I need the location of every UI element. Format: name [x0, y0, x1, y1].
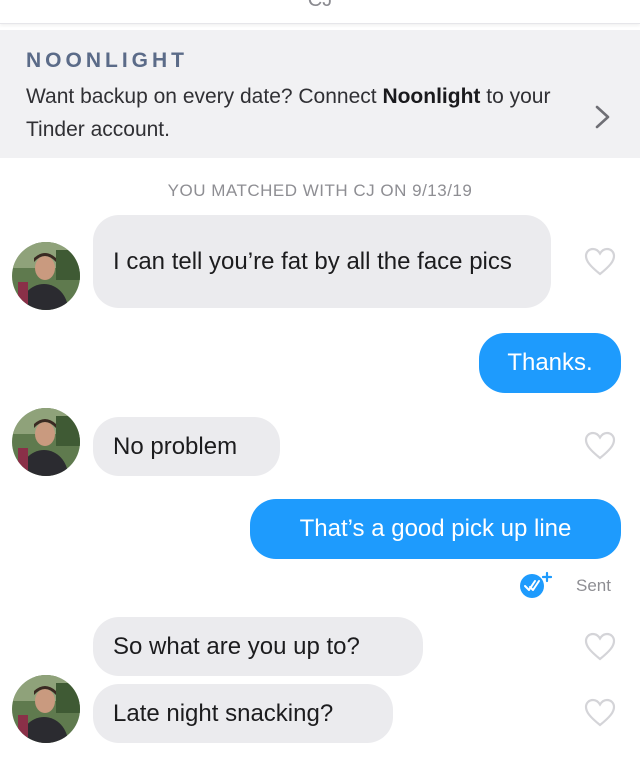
heart-icon[interactable]	[584, 698, 616, 728]
noonlight-banner[interactable]: NOONLIGHT Want backup on every date? Con…	[0, 30, 640, 158]
banner-text: Want backup on every date? Connect Noonl…	[26, 80, 586, 146]
heart-icon[interactable]	[584, 632, 616, 662]
message-bubble-incoming[interactable]: I can tell you’re fat by all the face pi…	[93, 215, 551, 308]
avatar[interactable]	[12, 242, 80, 310]
message-text: Thanks.	[507, 349, 593, 376]
message-text: So what are you up to?	[113, 632, 360, 660]
banner-text-start: Want backup on every date? Connect	[26, 85, 383, 108]
message-text: That’s a good pick up line	[299, 515, 572, 542]
chevron-right-icon[interactable]	[592, 102, 614, 132]
message-bubble-incoming[interactable]: No problem	[93, 417, 280, 476]
sent-status-label: Sent	[576, 576, 611, 595]
message-text: No problem	[113, 432, 238, 460]
double-check-icon	[520, 571, 552, 598]
message-bubble-incoming[interactable]: So what are you up to?	[93, 617, 423, 676]
message-bubble-outgoing[interactable]: Thanks.	[479, 333, 621, 393]
message-bubble-outgoing[interactable]: That’s a good pick up line	[250, 499, 621, 559]
contact-name[interactable]: CJ	[0, 0, 640, 12]
banner-text-bold: Noonlight	[382, 85, 481, 108]
avatar[interactable]	[12, 675, 80, 743]
heart-icon[interactable]	[584, 247, 616, 277]
avatar[interactable]	[12, 408, 80, 476]
chat-header: CJ	[0, 0, 640, 24]
heart-icon[interactable]	[584, 431, 616, 461]
message-text: I can tell you’re fat by all the face pi…	[113, 247, 512, 275]
message-bubble-incoming[interactable]: Late night snacking?	[93, 684, 393, 743]
noonlight-logo: NOONLIGHT	[26, 49, 188, 72]
message-text: Late night snacking?	[113, 699, 334, 727]
match-date-label: YOU MATCHED WITH CJ ON 9/13/19	[167, 181, 473, 200]
